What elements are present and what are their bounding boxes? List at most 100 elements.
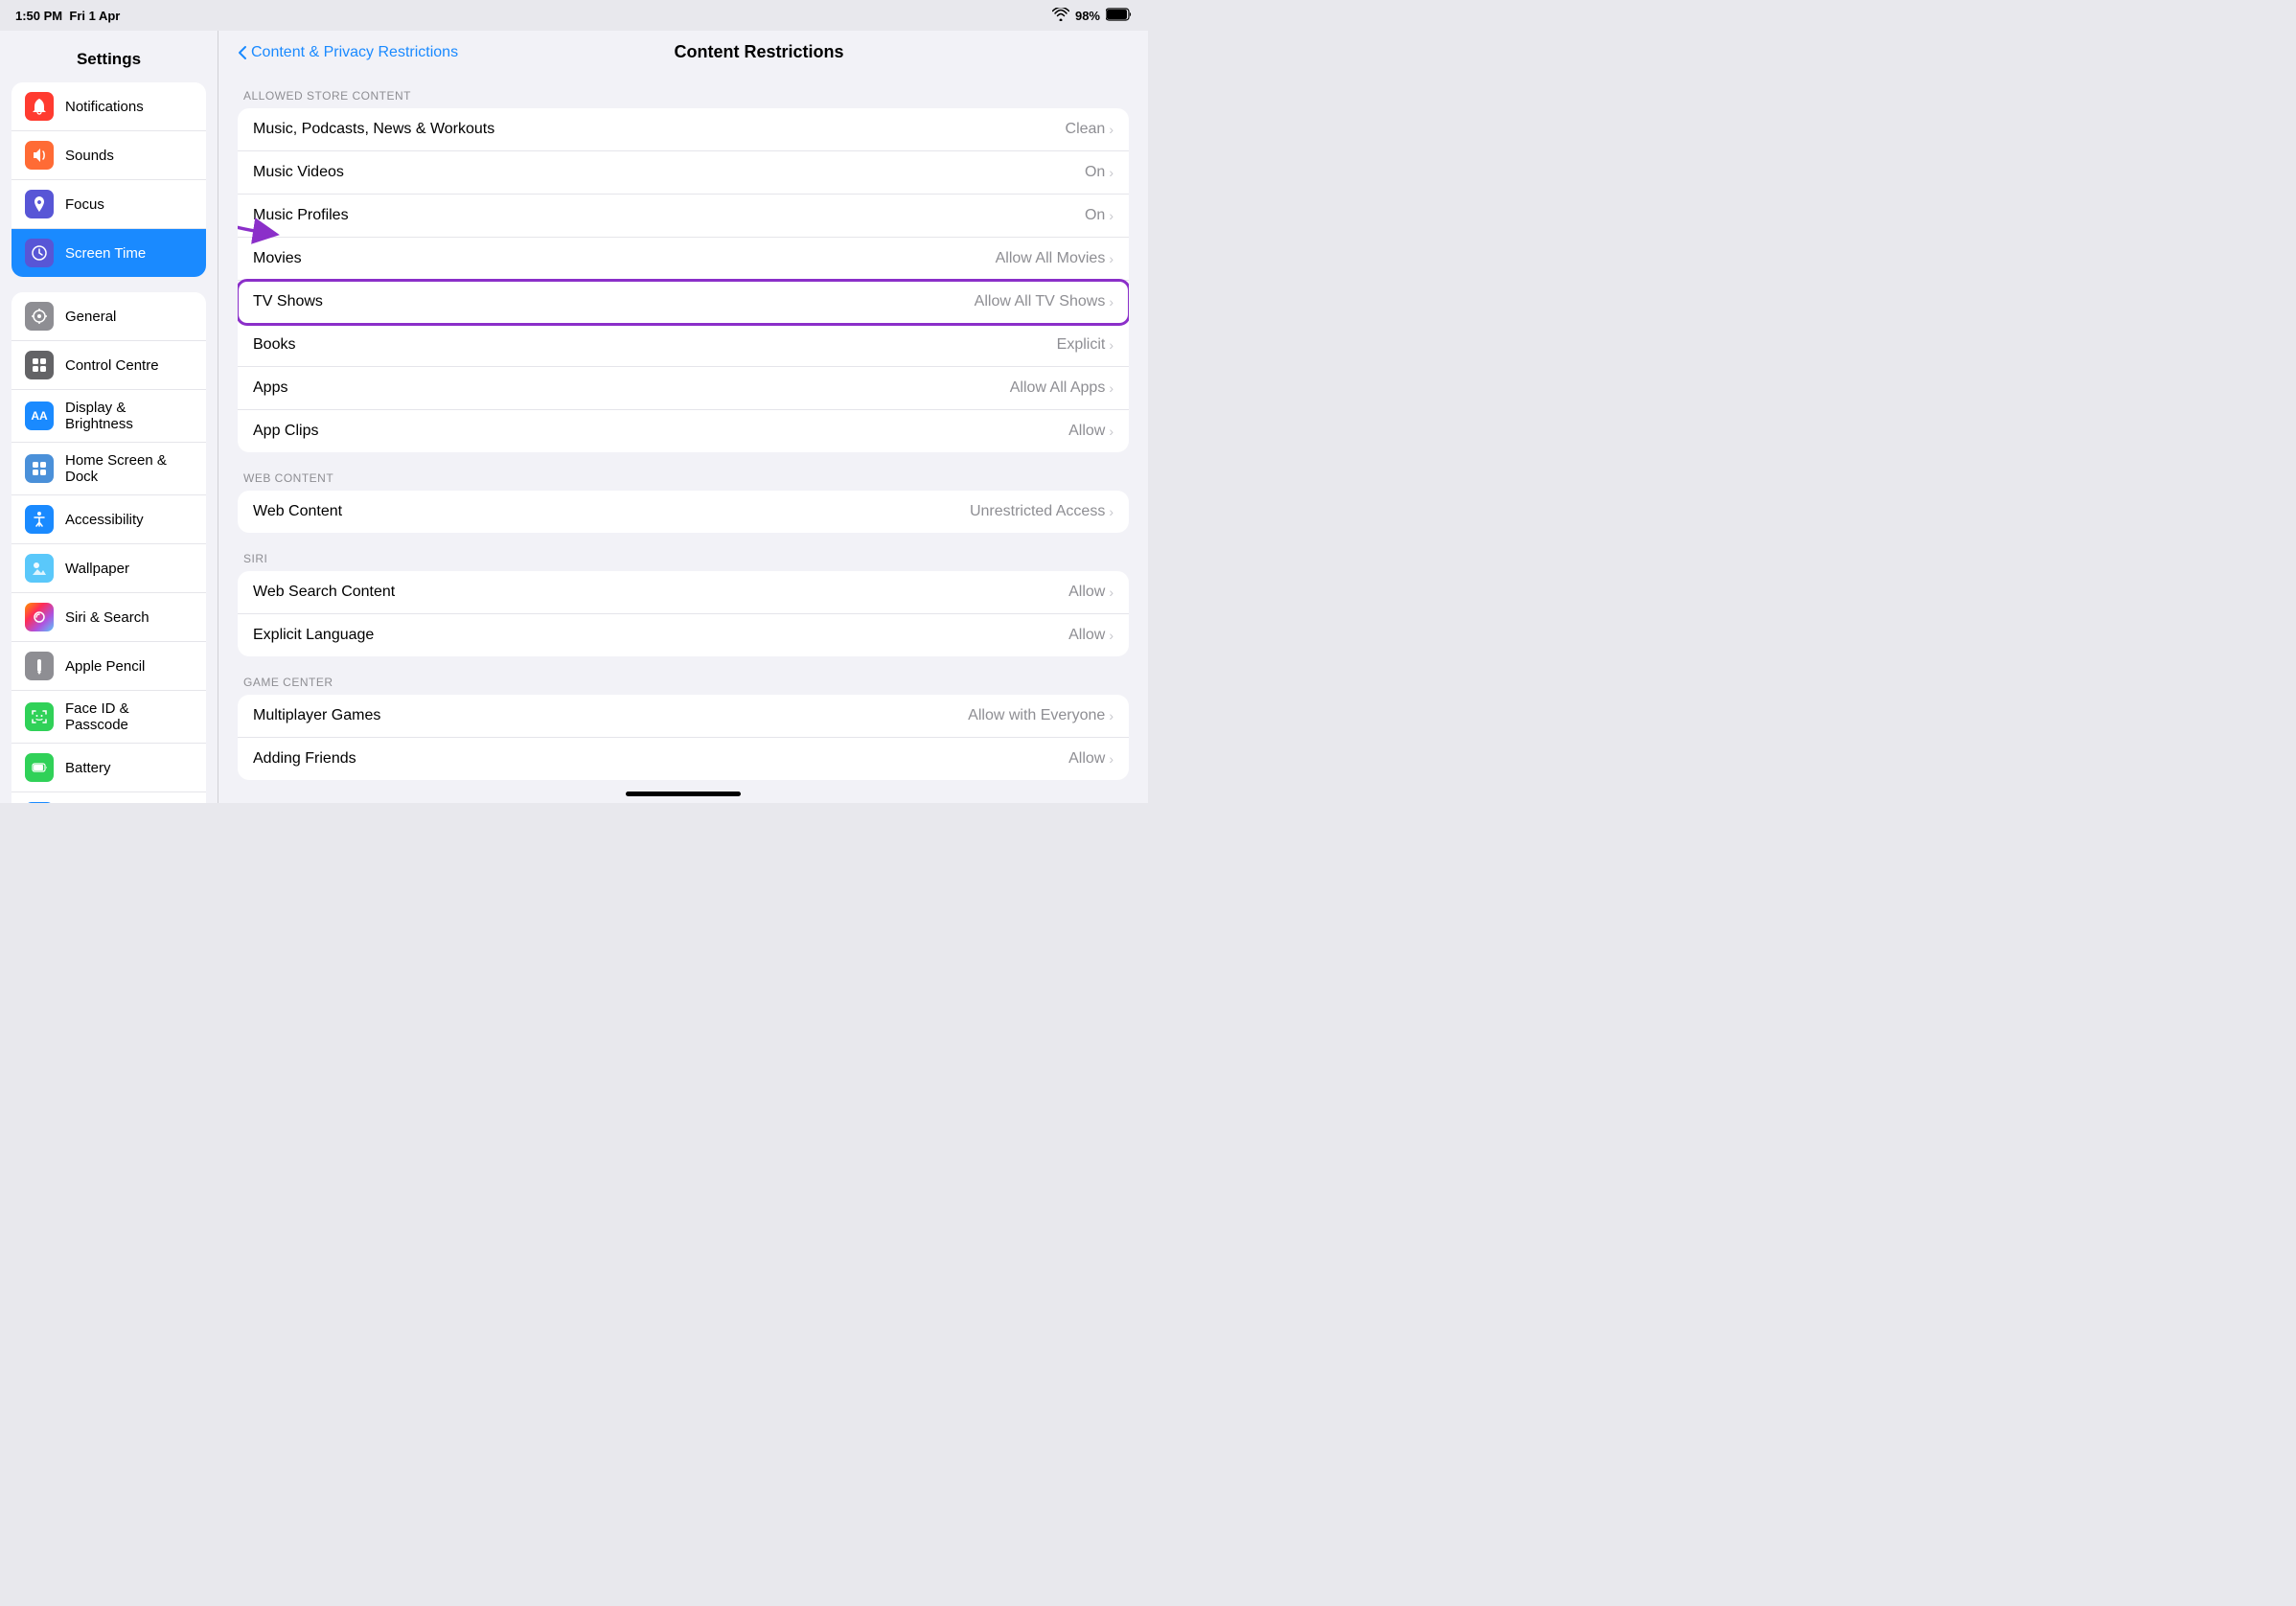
focus-icon (25, 190, 54, 218)
sidebar-section-2: General Control Centre AA Display & (11, 292, 206, 803)
displaybrightness-icon: AA (25, 402, 54, 430)
sidebar-item-faceid[interactable]: Face ID & Passcode (11, 691, 206, 744)
sidebar-section-1: Notifications Sounds Focus (11, 82, 206, 277)
chevron-icon: › (1109, 628, 1114, 643)
screentime-icon (25, 239, 54, 267)
music-value: Clean › (1066, 121, 1114, 138)
controlcentre-label: Control Centre (65, 357, 159, 374)
store-content-section: Music, Podcasts, News & Workouts Clean ›… (238, 108, 1129, 452)
musicprofiles-value: On › (1085, 207, 1114, 224)
chevron-icon: › (1109, 337, 1114, 353)
accessibility-icon (25, 505, 54, 534)
explicitlang-label: Explicit Language (253, 627, 374, 644)
wallpaper-icon (25, 554, 54, 583)
webcontent-label: Web Content (253, 503, 342, 520)
faceid-icon (25, 702, 54, 731)
sidebar-title: Settings (0, 42, 218, 82)
sidebar-item-homescreen[interactable]: Home Screen & Dock (11, 443, 206, 495)
sidebar-item-battery[interactable]: Battery (11, 744, 206, 792)
chevron-icon: › (1109, 122, 1114, 137)
siri-section: Web Search Content Allow › Explicit Lang… (238, 571, 1129, 656)
status-time: 1:50 PM Fri 1 Apr (15, 9, 120, 23)
books-value: Explicit › (1057, 336, 1114, 354)
general-icon (25, 302, 54, 331)
applepencil-icon (25, 652, 54, 680)
row-musicprofiles[interactable]: Music Profiles On › (238, 195, 1129, 238)
sidebar-item-general[interactable]: General (11, 292, 206, 341)
tvshows-label: TV Shows (253, 293, 323, 310)
addingfriends-value: Allow › (1068, 750, 1114, 768)
applepencil-label: Apple Pencil (65, 658, 145, 675)
musicprofiles-label: Music Profiles (253, 207, 349, 224)
sidebar-item-siri[interactable]: Siri & Search (11, 593, 206, 642)
chevron-icon: › (1109, 708, 1114, 723)
sidebar-item-sounds[interactable]: Sounds (11, 131, 206, 180)
chevron-icon: › (1109, 251, 1114, 266)
battery-label: Battery (65, 760, 111, 776)
chevron-icon: › (1109, 165, 1114, 180)
section-header-store: ALLOWED STORE CONTENT (238, 74, 1129, 108)
status-bar: 1:50 PM Fri 1 Apr 98% (0, 0, 1148, 31)
faceid-label: Face ID & Passcode (65, 700, 193, 733)
movies-label: Movies (253, 250, 302, 267)
appclips-label: App Clips (253, 423, 318, 440)
row-addingfriends[interactable]: Adding Friends Allow › (238, 738, 1129, 780)
status-right: 98% (1052, 8, 1133, 24)
notifications-label: Notifications (65, 99, 144, 115)
websearch-label: Web Search Content (253, 584, 395, 601)
content-body: ALLOWED STORE CONTENT Music, Podcasts, N… (218, 74, 1148, 803)
section-header-web: WEB CONTENT (238, 456, 1129, 491)
row-multiplayer[interactable]: Multiplayer Games Allow with Everyone › (238, 695, 1129, 738)
row-apps[interactable]: Apps Allow All Apps › (238, 367, 1129, 410)
appclips-value: Allow › (1068, 423, 1114, 440)
sidebar-item-displaybrightness[interactable]: AA Display & Brightness (11, 390, 206, 443)
battery-icon-sidebar (25, 753, 54, 782)
explicitlang-value: Allow › (1068, 627, 1114, 644)
sidebar-item-controlcentre[interactable]: Control Centre (11, 341, 206, 390)
row-books[interactable]: Books Explicit › (238, 324, 1129, 367)
websearch-value: Allow › (1068, 584, 1114, 601)
row-music[interactable]: Music, Podcasts, News & Workouts Clean › (238, 108, 1129, 151)
row-explicitlang[interactable]: Explicit Language Allow › (238, 614, 1129, 656)
webcontent-value: Unrestricted Access › (970, 503, 1114, 520)
battery-percentage: 98% (1075, 9, 1100, 23)
sidebar: Settings Notifications (0, 31, 218, 803)
sidebar-item-notifications[interactable]: Notifications (11, 82, 206, 131)
row-movies[interactable]: Movies Allow All Movies › (238, 238, 1129, 281)
back-button[interactable]: Content & Privacy Restrictions (238, 44, 458, 61)
sidebar-item-applepencil[interactable]: Apple Pencil (11, 642, 206, 691)
content-area: Content & Privacy Restrictions Content R… (218, 31, 1148, 803)
apps-value: Allow All Apps › (1010, 379, 1114, 397)
multiplayer-label: Multiplayer Games (253, 707, 380, 724)
multiplayer-value: Allow with Everyone › (968, 707, 1114, 724)
row-webcontent[interactable]: Web Content Unrestricted Access › (238, 491, 1129, 533)
section-header-siri: SIRI (238, 537, 1129, 571)
content-header: Content & Privacy Restrictions Content R… (218, 31, 1148, 74)
sounds-icon (25, 141, 54, 170)
sidebar-item-accessibility[interactable]: Accessibility (11, 495, 206, 544)
sidebar-item-wallpaper[interactable]: Wallpaper (11, 544, 206, 593)
row-appclips[interactable]: App Clips Allow › (238, 410, 1129, 452)
sidebar-item-privacy[interactable]: Privacy (11, 792, 206, 803)
back-label: Content & Privacy Restrictions (251, 44, 458, 61)
siri-icon (25, 603, 54, 631)
chevron-icon: › (1109, 294, 1114, 310)
chevron-icon: › (1109, 424, 1114, 439)
focus-label: Focus (65, 196, 104, 213)
sidebar-item-screentime[interactable]: Screen Time (11, 229, 206, 277)
chevron-icon: › (1109, 751, 1114, 767)
scroll-bar (626, 792, 741, 796)
row-websearch[interactable]: Web Search Content Allow › (238, 571, 1129, 614)
movies-value: Allow All Movies › (996, 250, 1114, 267)
musicvideos-value: On › (1085, 164, 1114, 181)
controlcentre-icon (25, 351, 54, 379)
row-musicvideos[interactable]: Music Videos On › (238, 151, 1129, 195)
sidebar-item-focus[interactable]: Focus (11, 180, 206, 229)
accessibility-label: Accessibility (65, 512, 144, 528)
privacy-icon (25, 802, 54, 803)
books-label: Books (253, 336, 295, 354)
battery-icon (1106, 8, 1133, 24)
app-container: Settings Notifications (0, 31, 1148, 803)
tvshows-value: Allow All TV Shows › (975, 293, 1114, 310)
row-tvshows[interactable]: TV Shows Allow All TV Shows › (238, 281, 1129, 324)
